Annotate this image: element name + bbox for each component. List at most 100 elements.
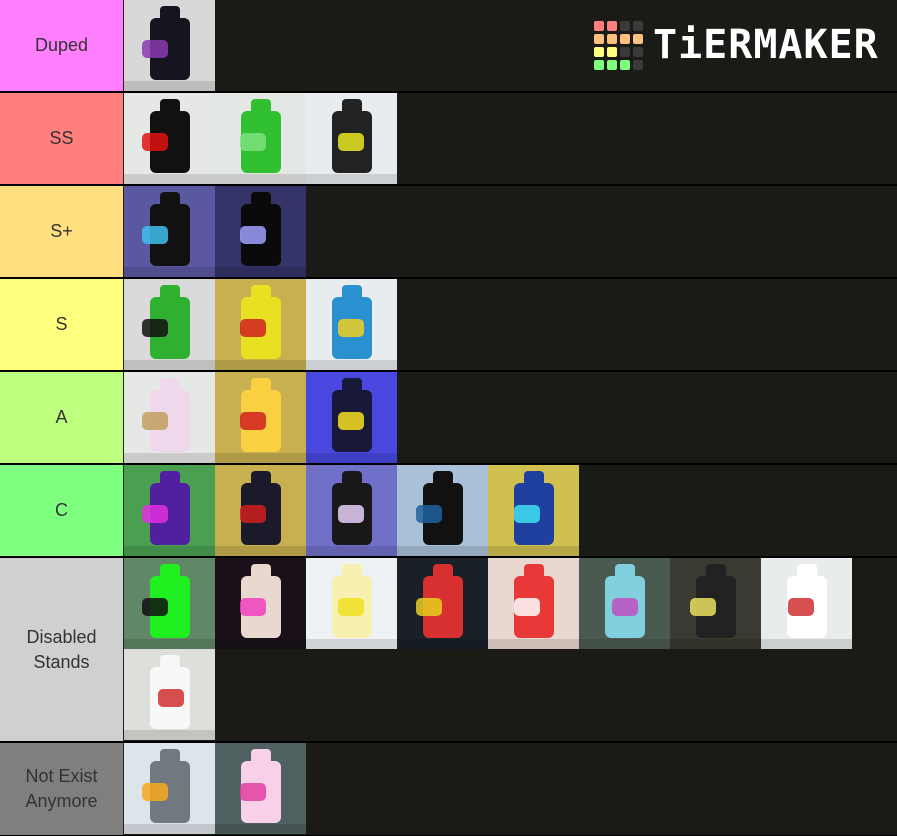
stand-figure-head xyxy=(160,192,180,210)
stand-figure-head xyxy=(160,6,180,24)
tier-item-toxic-green-stand[interactable] xyxy=(124,558,215,649)
stand-figure-head xyxy=(342,99,362,117)
tier-item-black-cloak-stand[interactable] xyxy=(306,465,397,556)
stand-figure-accent xyxy=(416,505,442,523)
tier-item-lance-knight-stand[interactable] xyxy=(124,743,215,834)
stand-figure-head xyxy=(615,564,635,582)
tier-item-pink-energy-stand[interactable] xyxy=(215,743,306,834)
tier-item-green-pattern-stand[interactable] xyxy=(215,93,306,184)
tier-items xyxy=(124,743,897,835)
stand-floor xyxy=(761,639,852,649)
tier-item-red-winged-demon-stand[interactable] xyxy=(124,93,215,184)
stand-figure-head xyxy=(706,564,726,582)
stand-floor xyxy=(124,639,215,649)
logo-grid-cell xyxy=(633,33,643,44)
stand-floor xyxy=(397,639,488,649)
tier-row: Not Exist Anymore xyxy=(0,743,897,835)
stand-figure-head xyxy=(433,564,453,582)
stand-figure-accent xyxy=(142,505,168,523)
tier-label[interactable]: S+ xyxy=(0,186,124,277)
tier-item-star-glow-stand[interactable] xyxy=(306,372,397,463)
tier-item-noob-stand[interactable] xyxy=(215,279,306,370)
stand-figure-accent xyxy=(240,505,266,523)
tier-label[interactable]: Not Exist Anymore xyxy=(0,743,124,835)
stand-figure-head xyxy=(160,99,180,117)
tier-item-creeper-stand[interactable] xyxy=(124,279,215,370)
stand-figure-head xyxy=(251,749,271,767)
stand-figure-accent xyxy=(514,505,540,523)
stand-figure-accent xyxy=(416,598,442,616)
logo-grid-cell xyxy=(633,59,643,70)
stand-figure-head xyxy=(433,471,453,489)
stand-figure-accent xyxy=(142,226,168,244)
logo-grid-cell xyxy=(594,59,604,70)
tier-items xyxy=(124,372,897,463)
tier-item-pink-stand[interactable] xyxy=(124,372,215,463)
tier-item-skull-pink-stand[interactable] xyxy=(215,558,306,649)
logo-grid-cell xyxy=(633,20,643,31)
stand-figure-head xyxy=(160,378,180,396)
stand-figure-accent xyxy=(514,598,540,616)
stand-figure-accent xyxy=(338,133,364,151)
tier-items xyxy=(124,93,897,184)
stand-floor xyxy=(397,546,488,556)
stand-figure-head xyxy=(251,192,271,210)
tier-item-blue-orb-stand[interactable] xyxy=(488,465,579,556)
stand-figure-accent xyxy=(240,133,266,151)
tier-item-dark-purple-stand[interactable] xyxy=(124,0,215,91)
stand-floor xyxy=(215,267,306,277)
tier-item-fire-stand[interactable] xyxy=(215,372,306,463)
stand-figure-head xyxy=(342,285,362,303)
tier-item-black-yellow-stand[interactable] xyxy=(306,93,397,184)
tier-item-rainbow-noob-stand[interactable] xyxy=(306,279,397,370)
tier-item-red-patterned-stand[interactable] xyxy=(488,558,579,649)
tier-label[interactable]: Duped xyxy=(0,0,124,91)
stand-floor xyxy=(215,453,306,463)
tier-item-dark-hood-stand[interactable] xyxy=(215,465,306,556)
tier-label[interactable]: S xyxy=(0,279,124,370)
stand-floor xyxy=(124,453,215,463)
logo-grid-cell xyxy=(594,46,604,57)
stand-floor xyxy=(306,360,397,370)
tier-item-red-robot-stand[interactable] xyxy=(397,558,488,649)
stand-figure-head xyxy=(160,564,180,582)
tier-item-ghost-building-stand[interactable] xyxy=(670,558,761,649)
stand-floor xyxy=(670,639,761,649)
tier-row: C xyxy=(0,465,897,558)
stand-figure-head xyxy=(160,285,180,303)
tier-label[interactable]: Disabled Stands xyxy=(0,558,124,741)
stand-floor xyxy=(579,639,670,649)
stand-floor xyxy=(124,730,215,740)
tier-item-winged-duo-stand[interactable] xyxy=(124,186,215,277)
tier-item-bunny-stand[interactable] xyxy=(579,558,670,649)
stand-figure-accent xyxy=(612,598,638,616)
tier-label[interactable]: A xyxy=(0,372,124,463)
logo-grid-icon xyxy=(594,20,643,70)
stand-figure-head xyxy=(251,378,271,396)
stand-figure-head xyxy=(251,285,271,303)
stand-figure-accent xyxy=(240,598,266,616)
stand-figure-accent xyxy=(240,319,266,337)
logo-grid-cell xyxy=(594,33,604,44)
stand-figure-accent xyxy=(338,412,364,430)
tier-item-blade-stand[interactable] xyxy=(397,465,488,556)
stand-figure-accent xyxy=(240,783,266,801)
stand-figure-accent xyxy=(142,40,168,58)
tier-item-white-cube-stand[interactable] xyxy=(761,558,852,649)
logo-grid-cell xyxy=(620,20,630,31)
tiermaker-logo[interactable]: TiERMAKER xyxy=(594,20,879,70)
stand-figure-accent xyxy=(240,412,266,430)
tier-item-golden-angel-stand[interactable] xyxy=(306,558,397,649)
tier-item-shadow-duo-stand[interactable] xyxy=(215,186,306,277)
tier-label[interactable]: SS xyxy=(0,93,124,184)
tier-item-floating-cubes-stand[interactable] xyxy=(124,649,215,740)
logo-grid-cell xyxy=(633,46,643,57)
stand-floor xyxy=(215,360,306,370)
stand-figure-head xyxy=(251,564,271,582)
stand-floor xyxy=(306,453,397,463)
tier-items xyxy=(124,558,897,741)
tier-label[interactable]: C xyxy=(0,465,124,556)
tier-item-purple-armor-stand[interactable] xyxy=(124,465,215,556)
tier-row: S+ xyxy=(0,186,897,279)
stand-figure-head xyxy=(342,378,362,396)
